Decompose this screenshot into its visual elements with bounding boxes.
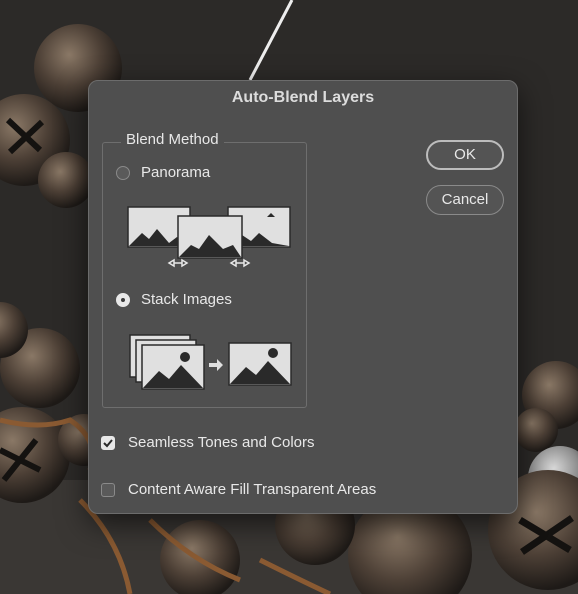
seamless-tones-label[interactable]: Seamless Tones and Colors (128, 434, 315, 451)
dialog-title: Auto-Blend Layers (231, 89, 375, 106)
stack-images-illustration (129, 334, 292, 390)
panorama-label[interactable]: Panorama (141, 164, 210, 181)
cancel-button[interactable]: Cancel (426, 185, 504, 215)
stack-images-label[interactable]: Stack Images (141, 291, 232, 308)
content-aware-fill-checkbox[interactable] (101, 483, 115, 497)
stack-images-radio[interactable] (116, 293, 130, 307)
ok-button[interactable]: OK (426, 140, 504, 170)
checkmark-icon (103, 439, 113, 448)
seamless-tones-checkbox[interactable] (101, 436, 115, 450)
content-aware-fill-label[interactable]: Content Aware Fill Transparent Areas (128, 481, 376, 498)
auto-blend-layers-dialog: Auto-Blend Layers Blend Method Panorama … (88, 80, 518, 514)
panorama-illustration (127, 206, 291, 268)
panorama-radio[interactable] (116, 166, 130, 180)
blend-method-legend: Blend Method (121, 131, 224, 148)
